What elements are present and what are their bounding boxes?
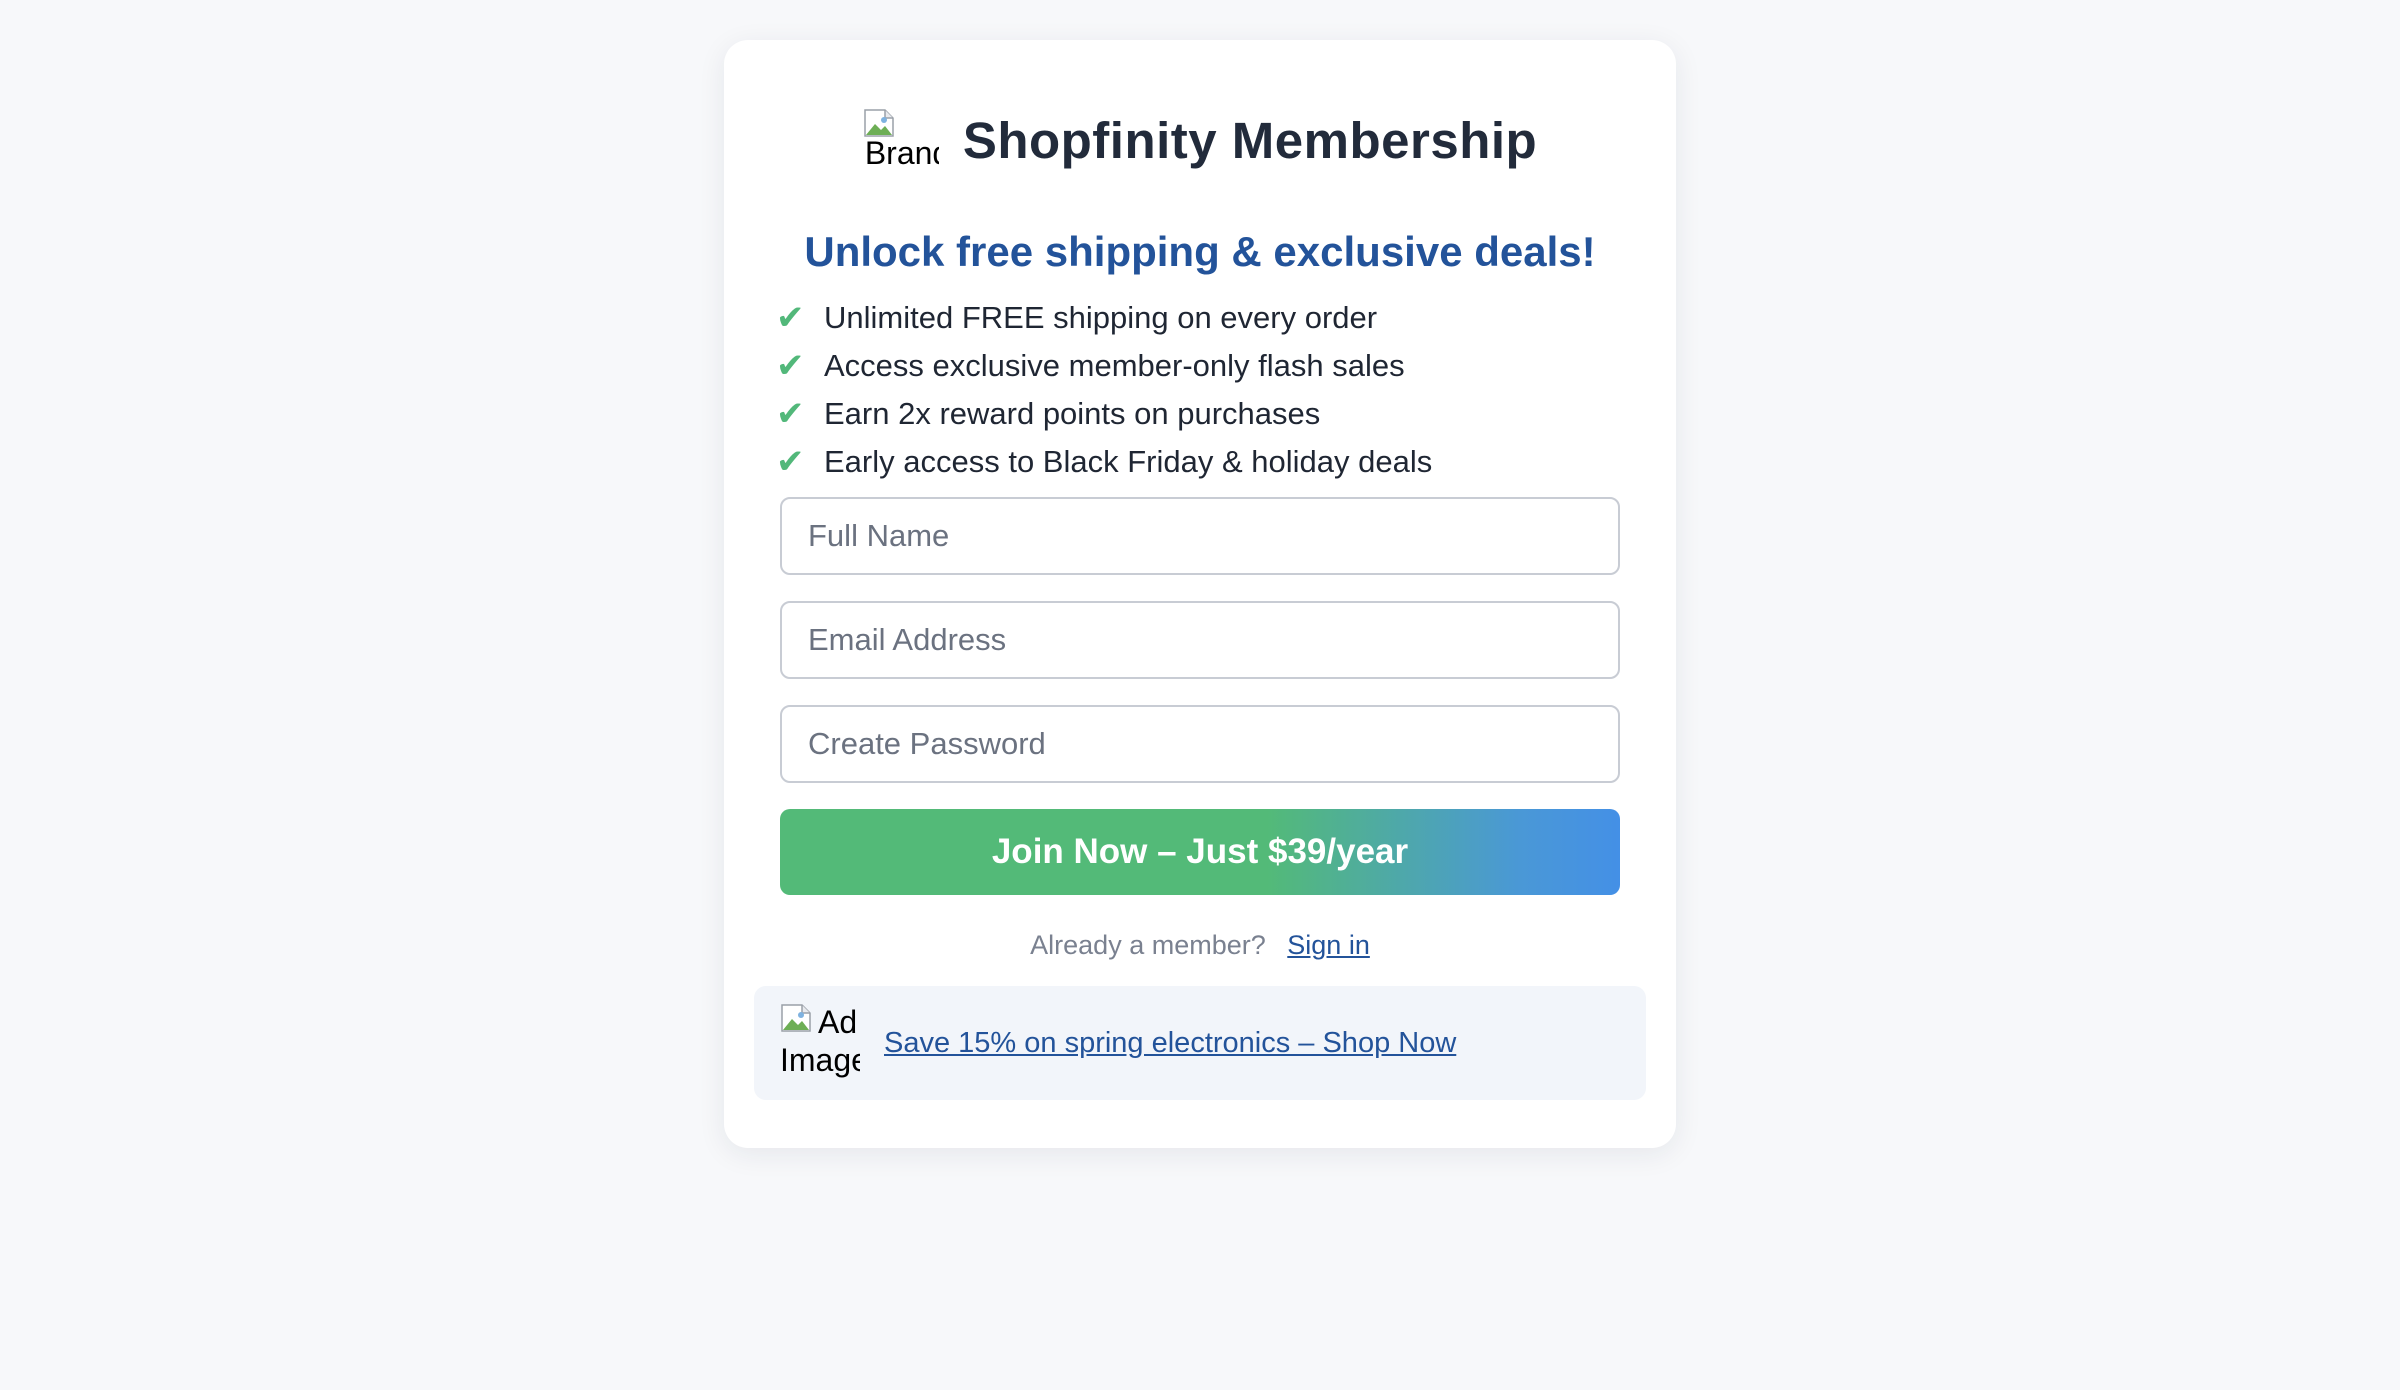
broken-image-icon [864, 109, 894, 137]
check-mark-icon: ✔ [776, 395, 805, 433]
benefit-text: Early access to Black Friday & holiday d… [824, 444, 1433, 479]
brand-logo: Brand [863, 108, 939, 172]
ad-banner: Ad Image Save 15% on spring electronics … [754, 986, 1646, 1100]
benefit-item: ✔ Earn 2x reward points on purchases [776, 390, 1636, 438]
check-mark-icon: ✔ [776, 347, 805, 385]
ad-image-alt-text: Image [780, 1042, 860, 1078]
ad-shop-now-link[interactable]: Save 15% on spring electronics – Shop No… [884, 1027, 1456, 1060]
benefit-text: Access exclusive member-only flash sales [824, 348, 1405, 383]
sign-in-link[interactable]: Sign in [1287, 930, 1370, 960]
signin-prompt: Already a member? [1030, 930, 1266, 960]
benefit-item: ✔ Access exclusive member-only flash sal… [776, 342, 1636, 390]
benefit-item: ✔ Unlimited FREE shipping on every order [776, 294, 1636, 342]
ad-image: Ad Image [780, 1003, 860, 1083]
broken-image-icon [781, 1004, 811, 1032]
membership-card: Brand Shopfinity Membership Unlock free … [724, 40, 1676, 1148]
email-input[interactable] [780, 601, 1620, 679]
brand-header: Brand Shopfinity Membership [724, 102, 1676, 178]
benefit-text: Earn 2x reward points on purchases [824, 396, 1321, 431]
check-mark-icon: ✔ [776, 443, 805, 481]
signin-row: Already a member? Sign in [724, 930, 1676, 961]
benefits-list: ✔ Unlimited FREE shipping on every order… [776, 294, 1636, 486]
full-name-input[interactable] [780, 497, 1620, 575]
join-now-button[interactable]: Join Now – Just $39/year [780, 809, 1620, 895]
check-mark-icon: ✔ [776, 299, 805, 337]
page-title: Shopfinity Membership [962, 111, 1538, 169]
benefit-text: Unlimited FREE shipping on every order [824, 300, 1378, 335]
benefit-item: ✔ Early access to Black Friday & holiday… [776, 438, 1636, 486]
password-input[interactable] [780, 705, 1620, 783]
tagline: Unlock free shipping & exclusive deals! [804, 228, 1596, 275]
